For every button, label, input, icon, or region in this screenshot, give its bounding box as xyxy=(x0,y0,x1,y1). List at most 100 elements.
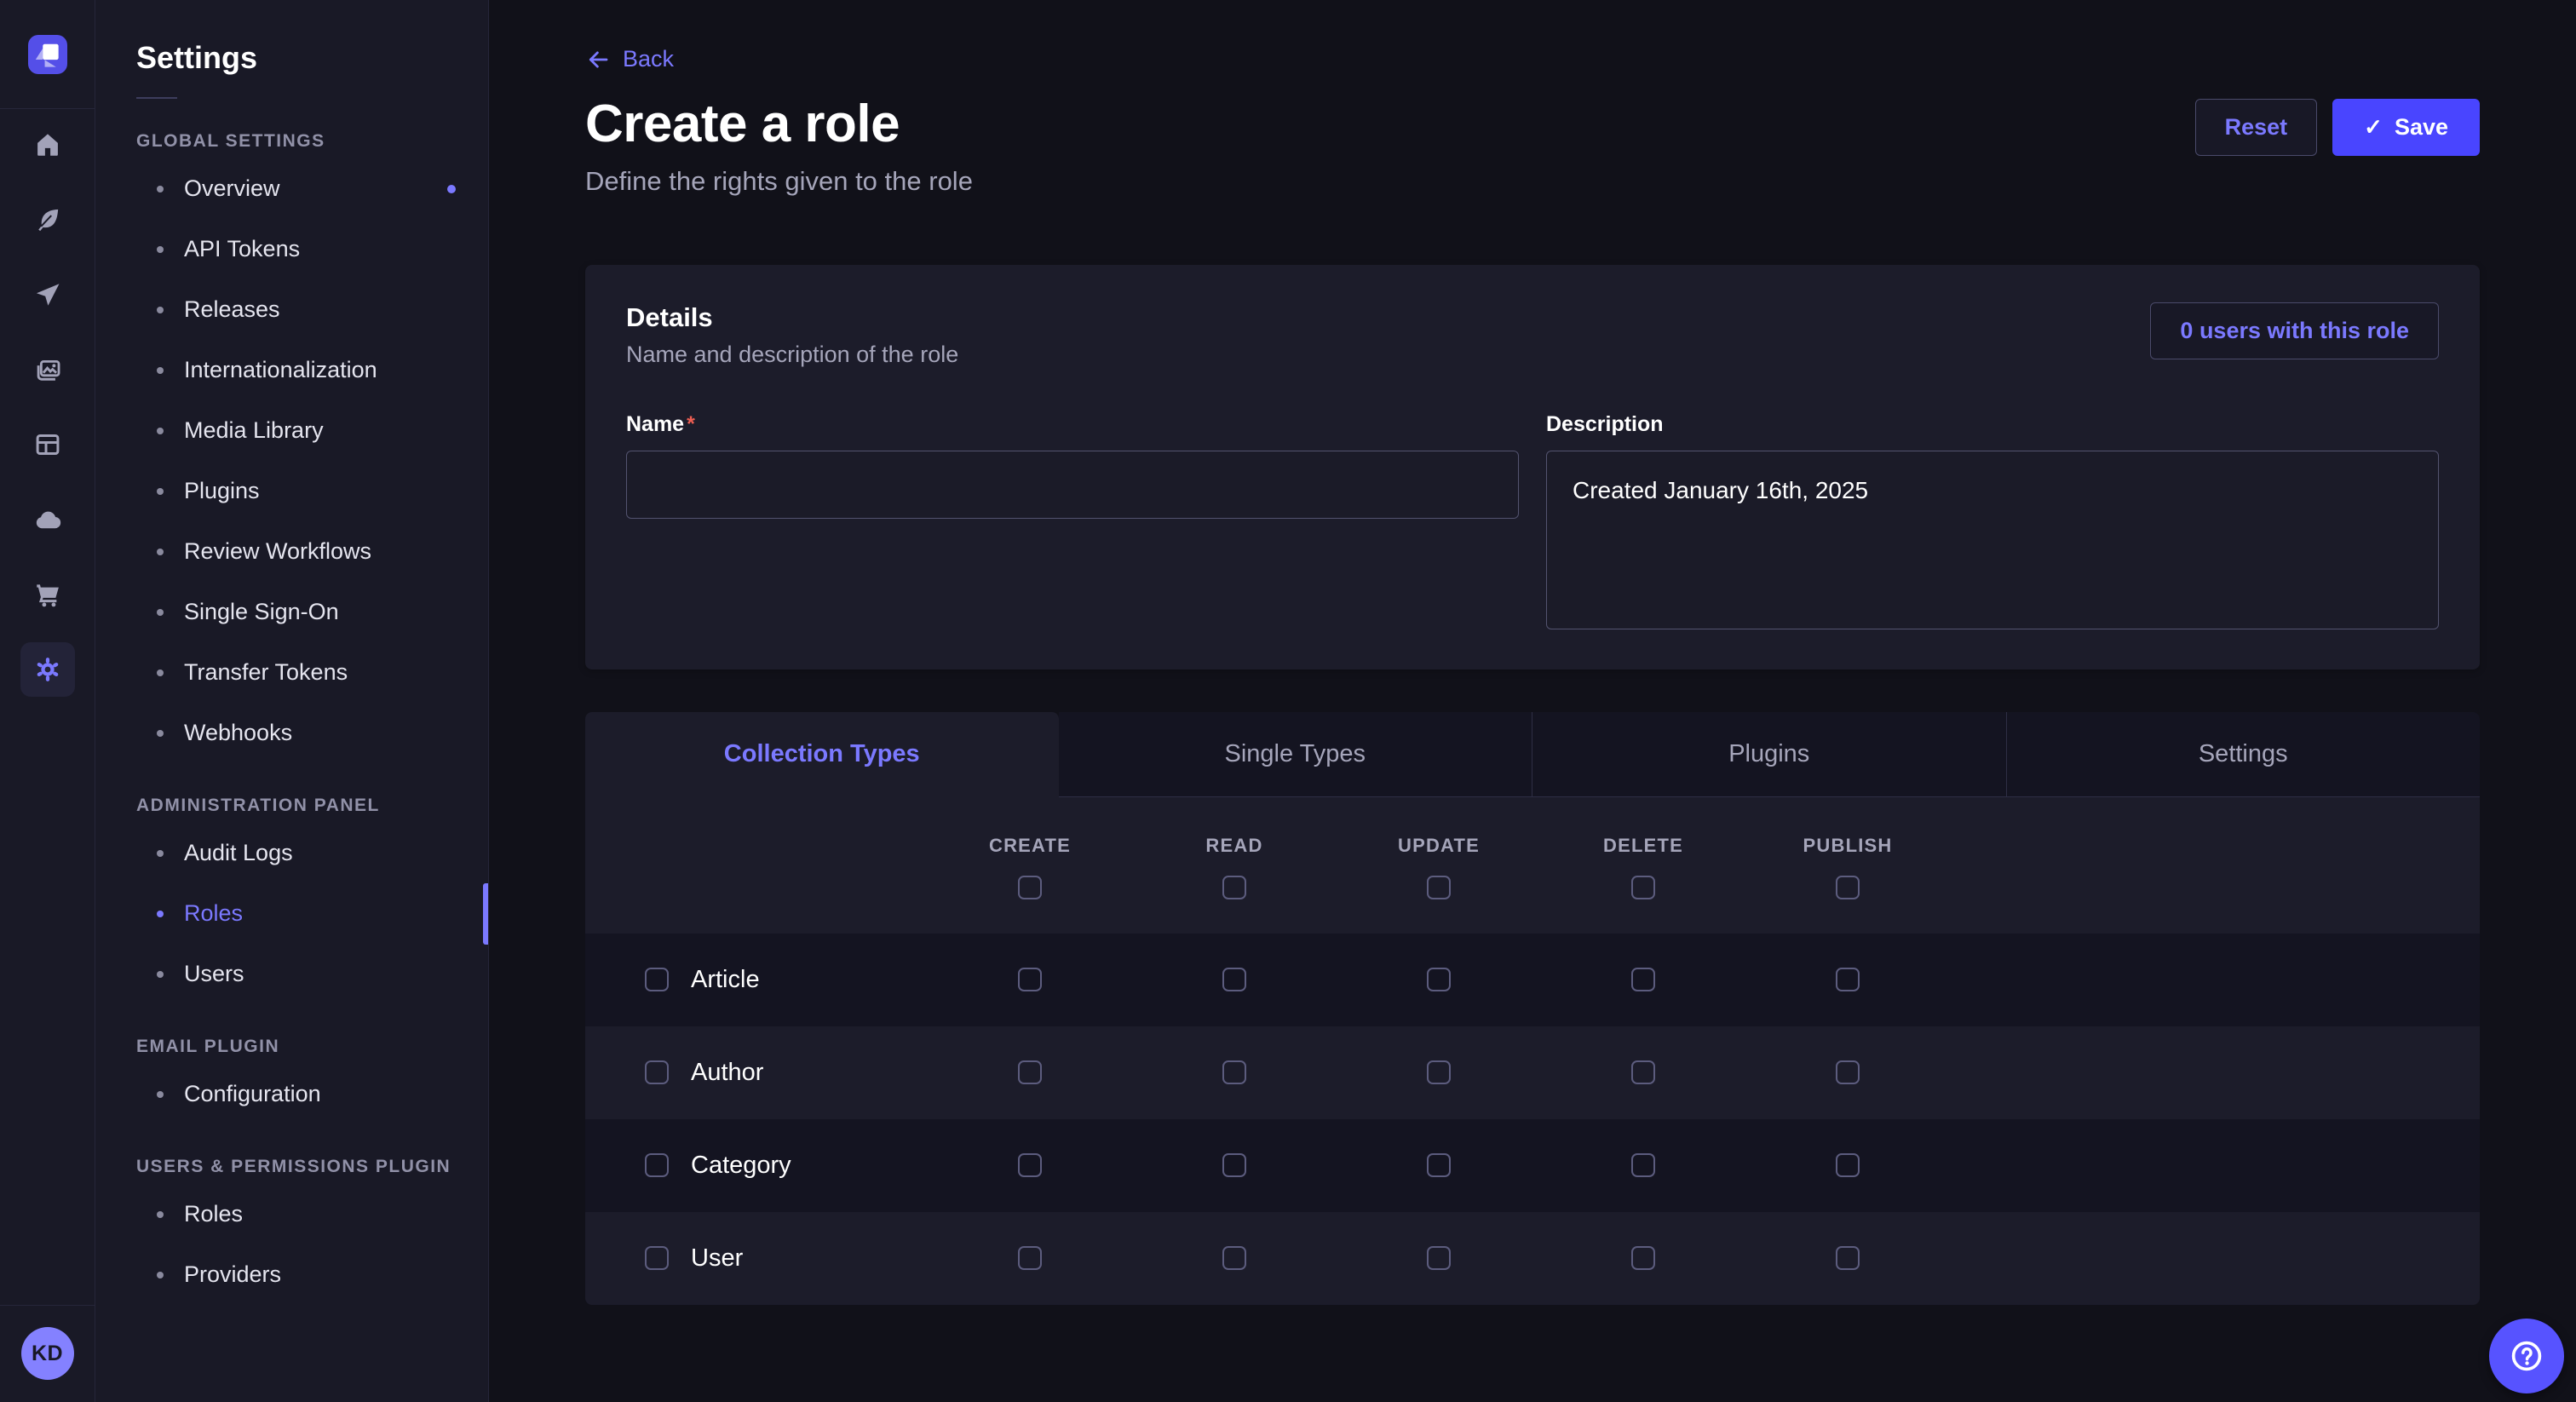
sidebar-item-label: Plugins xyxy=(184,478,260,504)
nav-feather[interactable] xyxy=(20,192,75,247)
nav-cloud[interactable] xyxy=(20,492,75,547)
row-label-cell: Category xyxy=(585,1152,928,1180)
row-select-checkbox-category[interactable] xyxy=(645,1153,669,1177)
description-textarea[interactable] xyxy=(1546,451,2439,629)
article-read-checkbox[interactable] xyxy=(1222,968,1246,991)
tab-settings[interactable]: Settings xyxy=(2006,712,2481,797)
sidebar-item-configuration[interactable]: Configuration xyxy=(95,1064,488,1124)
page-title: Create a role xyxy=(585,95,900,153)
category-create-checkbox[interactable] xyxy=(1018,1153,1042,1177)
select-all-create-checkbox[interactable] xyxy=(1018,876,1042,899)
row-label-cell: Article xyxy=(585,966,928,994)
users-with-role-button[interactable]: 0 users with this role xyxy=(2150,302,2439,359)
user-create-checkbox[interactable] xyxy=(1018,1246,1042,1270)
permission-cell xyxy=(1337,968,1541,991)
category-publish-checkbox[interactable] xyxy=(1836,1153,1860,1177)
bullet-icon xyxy=(157,850,164,857)
author-update-checkbox[interactable] xyxy=(1427,1060,1451,1084)
bullet-icon xyxy=(157,971,164,978)
article-publish-checkbox[interactable] xyxy=(1836,968,1860,991)
column-header-delete: DELETE xyxy=(1541,835,1745,899)
nav-settings-gear[interactable] xyxy=(20,642,75,697)
name-field-group: Name* xyxy=(626,412,1519,634)
row-label: Author xyxy=(691,1059,763,1087)
sidebar-item-media-library[interactable]: Media Library xyxy=(95,400,488,461)
author-delete-checkbox[interactable] xyxy=(1631,1060,1655,1084)
sidebar-item-label: Releases xyxy=(184,296,280,323)
table-row-article: Article xyxy=(585,934,2480,1026)
nav-cart[interactable] xyxy=(20,567,75,622)
back-link[interactable]: Back xyxy=(585,46,674,72)
user-publish-checkbox[interactable] xyxy=(1836,1246,1860,1270)
sidebar-item-roles[interactable]: Roles xyxy=(95,1184,488,1244)
sidebar-item-overview[interactable]: Overview xyxy=(95,158,488,219)
select-all-publish-checkbox[interactable] xyxy=(1836,876,1860,899)
sidebar-item-users[interactable]: Users xyxy=(95,944,488,1004)
sidebar-item-label: API Tokens xyxy=(184,236,300,262)
nav-layout[interactable] xyxy=(20,417,75,472)
nav-section-label: GLOBAL SETTINGS xyxy=(95,124,488,158)
category-update-checkbox[interactable] xyxy=(1427,1153,1451,1177)
save-button[interactable]: ✓ Save xyxy=(2332,99,2480,156)
table-row-category: Category xyxy=(585,1119,2480,1212)
main-content: Back Create a role Reset ✓ Save Define t… xyxy=(489,0,2576,1402)
column-label: PUBLISH xyxy=(1803,835,1893,857)
author-publish-checkbox[interactable] xyxy=(1836,1060,1860,1084)
cart-icon xyxy=(33,580,62,609)
column-header-create: CREATE xyxy=(928,835,1132,899)
user-update-checkbox[interactable] xyxy=(1427,1246,1451,1270)
sidebar-item-review-workflows[interactable]: Review Workflows xyxy=(95,521,488,582)
tab-single-types[interactable]: Single Types xyxy=(1059,712,1532,797)
category-delete-checkbox[interactable] xyxy=(1631,1153,1655,1177)
sidebar-item-api-tokens[interactable]: API Tokens xyxy=(95,219,488,279)
help-button[interactable] xyxy=(2489,1319,2564,1393)
permission-cell xyxy=(1745,968,1950,991)
category-read-checkbox[interactable] xyxy=(1222,1153,1246,1177)
user-read-checkbox[interactable] xyxy=(1222,1246,1246,1270)
nav-media[interactable] xyxy=(20,342,75,397)
sidebar-item-transfer-tokens[interactable]: Transfer Tokens xyxy=(95,642,488,703)
permission-cell xyxy=(1541,1153,1745,1177)
permission-cell xyxy=(1541,1060,1745,1084)
description-label: Description xyxy=(1546,412,2439,437)
article-delete-checkbox[interactable] xyxy=(1631,968,1655,991)
article-create-checkbox[interactable] xyxy=(1018,968,1042,991)
nav-home[interactable] xyxy=(20,118,75,172)
sidebar-item-webhooks[interactable]: Webhooks xyxy=(95,703,488,763)
reset-button[interactable]: Reset xyxy=(2195,99,2318,156)
column-label: READ xyxy=(1205,835,1262,857)
permission-cell xyxy=(1132,968,1337,991)
nav-paper-plane[interactable] xyxy=(20,267,75,322)
sidebar-item-providers[interactable]: Providers xyxy=(95,1244,488,1305)
nav-section-label: EMAIL PLUGIN xyxy=(95,1030,488,1064)
select-all-update-checkbox[interactable] xyxy=(1427,876,1451,899)
sidebar-item-roles[interactable]: Roles xyxy=(95,883,488,944)
sidebar-item-internationalization[interactable]: Internationalization xyxy=(95,340,488,400)
row-select-checkbox-author[interactable] xyxy=(645,1060,669,1084)
sidebar-item-plugins[interactable]: Plugins xyxy=(95,461,488,521)
back-arrow-icon xyxy=(585,47,611,72)
tab-plugins[interactable]: Plugins xyxy=(1532,712,2006,797)
user-avatar[interactable]: KD xyxy=(21,1327,74,1380)
user-delete-checkbox[interactable] xyxy=(1631,1246,1655,1270)
article-update-checkbox[interactable] xyxy=(1427,968,1451,991)
name-label: Name* xyxy=(626,412,1519,437)
select-all-read-checkbox[interactable] xyxy=(1222,876,1246,899)
sidebar-item-audit-logs[interactable]: Audit Logs xyxy=(95,823,488,883)
row-select-checkbox-article[interactable] xyxy=(645,968,669,991)
sidebar-item-releases[interactable]: Releases xyxy=(95,279,488,340)
permission-cell xyxy=(1337,1153,1541,1177)
tab-collection-types[interactable]: Collection Types xyxy=(585,712,1059,797)
row-label: Category xyxy=(691,1152,791,1180)
sidebar-item-single-sign-on[interactable]: Single Sign-On xyxy=(95,582,488,642)
name-input[interactable] xyxy=(626,451,1519,519)
permission-cell xyxy=(928,1246,1132,1270)
row-select-checkbox-user[interactable] xyxy=(645,1246,669,1270)
bullet-icon xyxy=(157,367,164,374)
author-create-checkbox[interactable] xyxy=(1018,1060,1042,1084)
check-icon: ✓ xyxy=(2364,114,2383,141)
select-all-delete-checkbox[interactable] xyxy=(1631,876,1655,899)
strapi-logo[interactable] xyxy=(28,35,67,74)
author-read-checkbox[interactable] xyxy=(1222,1060,1246,1084)
column-header-read: READ xyxy=(1132,835,1337,899)
